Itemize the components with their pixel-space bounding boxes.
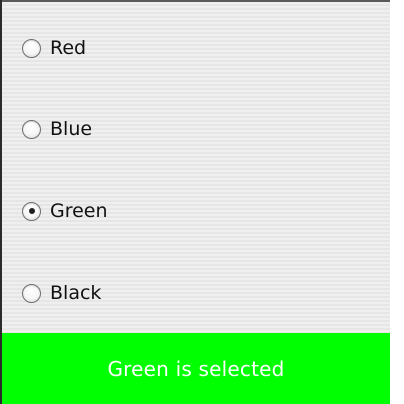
- radio-selected-dot: [28, 208, 35, 214]
- radio-button-black[interactable]: [22, 283, 41, 303]
- radio-option-red[interactable]: Red: [22, 32, 86, 64]
- radio-button-green[interactable]: [22, 201, 41, 221]
- radio-option-green[interactable]: Green: [22, 195, 108, 227]
- radio-button-red[interactable]: [22, 38, 41, 58]
- radio-label-green[interactable]: Green: [50, 201, 108, 221]
- radio-button-blue[interactable]: [22, 119, 41, 139]
- radio-group-panel: Red Blue Green Black: [2, 2, 390, 333]
- status-text: Green is selected: [107, 356, 285, 381]
- radio-option-blue[interactable]: Blue: [22, 113, 92, 145]
- app-window: Red Blue Green Black Green is selected: [0, 0, 390, 404]
- radio-label-red[interactable]: Red: [50, 38, 86, 58]
- radio-label-black[interactable]: Black: [50, 283, 101, 303]
- radio-label-blue[interactable]: Blue: [50, 119, 92, 139]
- status-bar: Green is selected: [2, 333, 390, 404]
- radio-option-black[interactable]: Black: [22, 277, 101, 309]
